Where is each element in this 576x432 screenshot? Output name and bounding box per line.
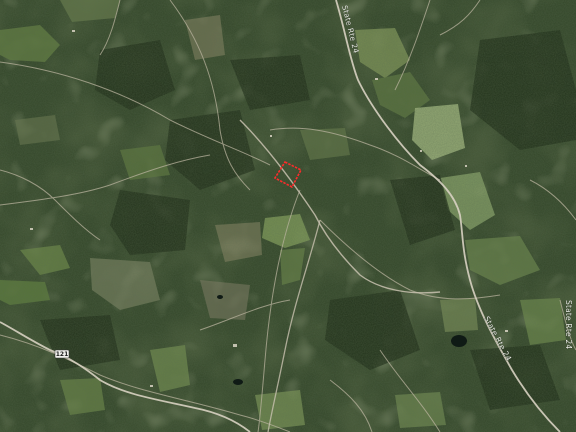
structure [233, 344, 237, 347]
route-121-shield: 121 [54, 349, 70, 359]
structure [420, 150, 422, 152]
pond [451, 335, 467, 347]
pond [217, 295, 223, 299]
map-canvas: State Rte 24 State Rte 24 State Rte 24 1… [0, 0, 576, 432]
structure [505, 330, 508, 332]
structure [30, 228, 33, 230]
structure [270, 135, 272, 137]
road-label-state-route-24: State Rte 24 [564, 300, 573, 349]
structure [150, 385, 153, 387]
structure [465, 165, 467, 167]
satellite-map[interactable]: State Rte 24 State Rte 24 State Rte 24 1… [0, 0, 576, 432]
pond [233, 379, 243, 385]
imagery-grain [0, 0, 576, 432]
shield-label: 121 [56, 351, 69, 358]
structure [375, 78, 378, 80]
structure [72, 30, 75, 32]
